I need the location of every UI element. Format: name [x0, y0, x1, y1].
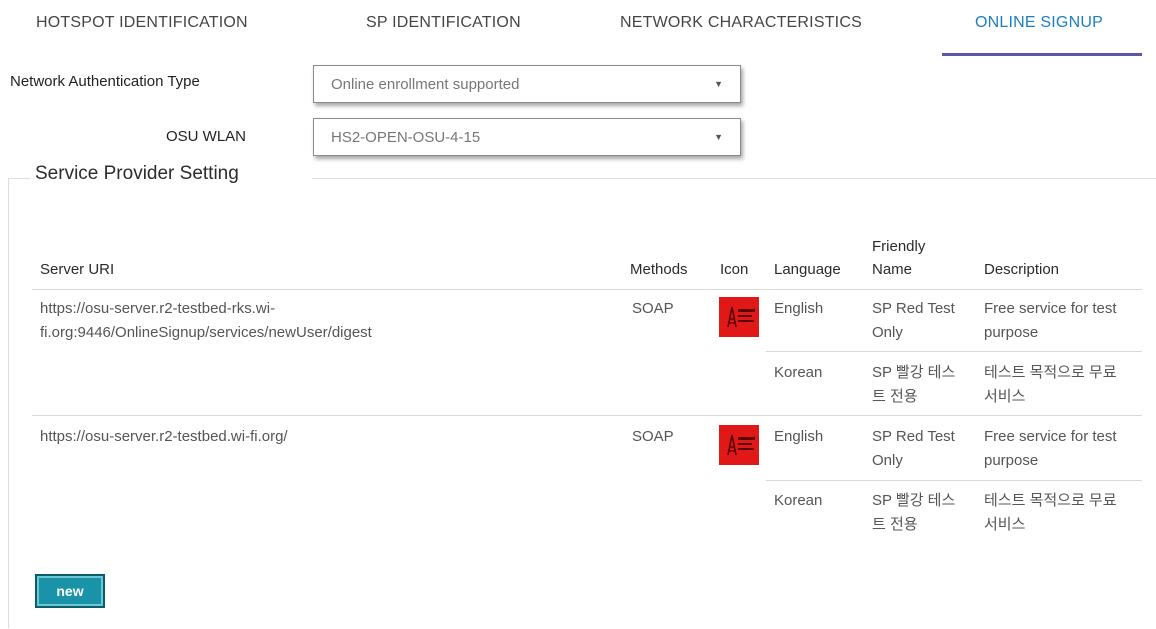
tab-sp-identification[interactable]: SP IDENTIFICATION: [366, 14, 521, 32]
chevron-down-icon: ▼: [714, 132, 723, 142]
table-row-2-server-uri: https://osu-server.r2-testbed.wi-fi.org/: [40, 428, 288, 445]
header-methods: Methods: [630, 261, 688, 278]
table-divider: [766, 351, 1142, 352]
tab-network-characteristics[interactable]: NETWORK CHARACTERISTICS: [620, 14, 862, 32]
table-row-1-server-uri: https://osu-server.r2-testbed-rks.wi-fi.…: [40, 300, 372, 341]
tab-online-signup[interactable]: ONLINE SIGNUP: [975, 14, 1103, 32]
fieldset-border: [8, 178, 30, 179]
osu-wlan-label: OSU WLAN: [166, 128, 247, 145]
table-row-1-description-1: Free service for test purpose: [984, 300, 1117, 341]
header-friendly-name: Friendly Name: [872, 238, 926, 278]
osu-wlan-value: HS2-OPEN-OSU-4-15: [331, 129, 481, 146]
table-divider: [766, 480, 1142, 481]
table-row-2-friendly-name-2: SP 빨강 테스트 전용: [872, 492, 956, 533]
table-row-2-description-2: 테스트 목적으로 무료 서비스: [984, 492, 1117, 533]
table-row-2-methods: SOAP: [632, 428, 674, 445]
table-row-1-friendly-name-1: SP Red Test Only: [872, 300, 955, 341]
tab-hotspot-identification[interactable]: HOTSPOT IDENTIFICATION: [36, 14, 248, 32]
auth-type-select[interactable]: Online enrollment supported ▼: [313, 65, 741, 103]
table-row-1-description-2: 테스트 목적으로 무료 서비스: [984, 364, 1117, 405]
table-divider: [32, 289, 1142, 290]
table-row-2-description-1: Free service for test purpose: [984, 428, 1117, 469]
auth-type-value: Online enrollment supported: [331, 76, 520, 93]
table-row-1-language-1: English: [774, 300, 824, 317]
auth-type-label: Network Authentication Type: [10, 73, 200, 90]
section-legend: Service Provider Setting: [35, 163, 239, 184]
fieldset-border: [312, 178, 1156, 179]
osu-wlan-select[interactable]: HS2-OPEN-OSU-4-15 ▼: [313, 118, 741, 156]
new-button[interactable]: new: [35, 574, 105, 608]
header-language: Language: [774, 261, 841, 278]
sp-logo-icon: [719, 425, 759, 465]
tab-bar: HOTSPOT IDENTIFICATION SP IDENTIFICATION…: [0, 0, 1156, 56]
table-row-1-methods: SOAP: [632, 300, 674, 317]
header-description: Description: [984, 261, 1060, 278]
chevron-down-icon: ▼: [714, 79, 723, 89]
table-row-2-language-1: English: [774, 428, 824, 445]
sp-logo-icon: [719, 297, 759, 337]
table-row-1-language-2: Korean: [774, 364, 823, 381]
active-tab-indicator: [942, 53, 1142, 56]
table-row-1-friendly-name-2: SP 빨강 테스트 전용: [872, 364, 956, 405]
header-icon: Icon: [720, 261, 749, 278]
header-server-uri: Server URI: [40, 261, 115, 278]
table-row-2-language-2: Korean: [774, 492, 823, 509]
fieldset-border: [8, 178, 9, 628]
table-divider: [32, 415, 1142, 416]
table-row-2-friendly-name-1: SP Red Test Only: [872, 428, 955, 469]
